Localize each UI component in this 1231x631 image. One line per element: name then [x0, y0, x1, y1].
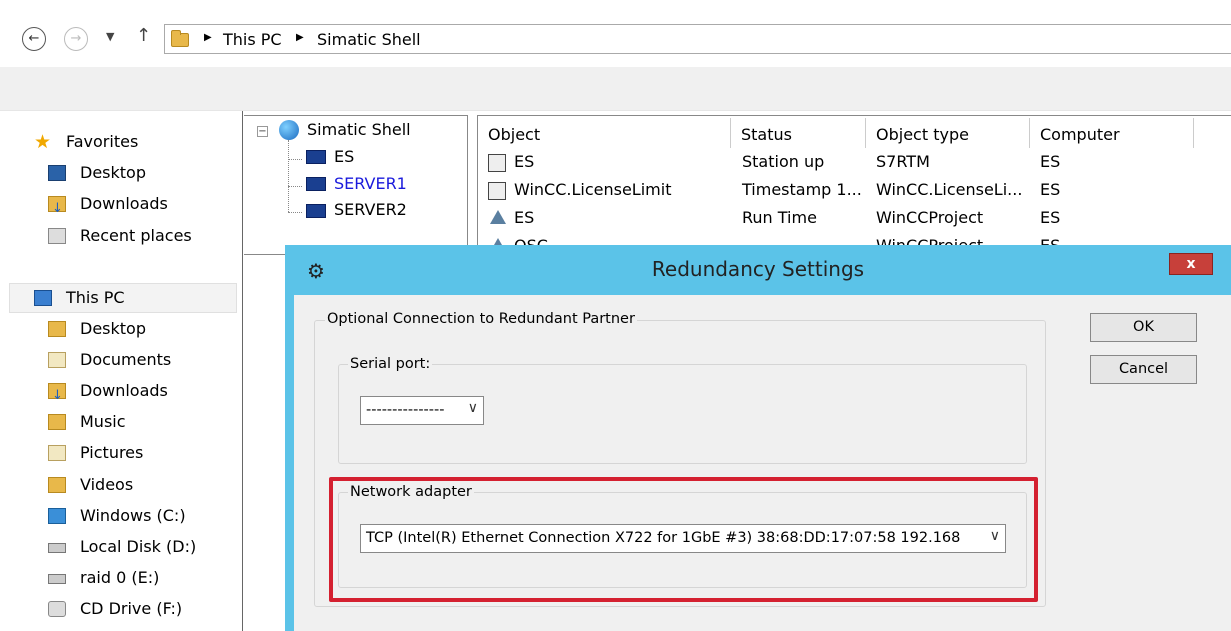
station-icon [488, 154, 506, 172]
cell-computer: ES [1040, 180, 1061, 199]
nav-label: Local Disk (D:) [80, 537, 197, 556]
nav-label: Pictures [80, 443, 144, 462]
computer-icon [306, 177, 326, 191]
cell-object: WinCC.LicenseLimit [514, 180, 672, 199]
nav-label: Windows (C:) [80, 506, 186, 525]
navigation-pane: ★ Favorites Desktop Downloads Recent pla… [0, 111, 243, 631]
nav-label: Music [80, 412, 126, 431]
cell-object: ES [514, 208, 535, 227]
nav-label: Downloads [80, 381, 168, 400]
nav-label: This PC [66, 288, 125, 307]
cell-type: S7RTM [876, 152, 930, 171]
desktop-icon [48, 165, 66, 181]
tree-root-simatic-shell[interactable]: Simatic Shell [307, 120, 411, 139]
list-header: Object Status Object type Computer [478, 118, 1231, 148]
tree-item-es[interactable]: ES [334, 147, 354, 166]
address-bar: ← → ▼ ↑ ▶ This PC ▶ Simatic Shell [0, 22, 1231, 56]
toolbar-band [0, 67, 1231, 111]
nav-label: raid 0 (E:) [80, 568, 160, 587]
pane-divider [242, 111, 243, 631]
nav-label: Documents [80, 350, 172, 369]
breadcrumb-separator-icon: ▶ [296, 32, 304, 43]
nav-label: Videos [80, 475, 134, 494]
close-button[interactable]: x [1169, 253, 1213, 275]
project-icon [488, 208, 506, 226]
cancel-button[interactable]: Cancel [1090, 355, 1197, 384]
tree-line [288, 140, 289, 212]
this-pc-icon [34, 290, 52, 306]
videos-icon [48, 477, 66, 493]
path-box[interactable]: ▶ This PC ▶ Simatic Shell [164, 24, 1231, 54]
column-header-object[interactable]: Object [478, 118, 731, 148]
tree-line [288, 212, 302, 213]
folder-icon [171, 30, 189, 47]
cell-computer: ES [1040, 208, 1061, 227]
drive-icon [48, 574, 66, 584]
object-list: Object Status Object type Computer ES St… [477, 115, 1231, 255]
pictures-icon [48, 445, 66, 461]
downloads-icon [48, 195, 66, 223]
ok-button[interactable]: OK [1090, 313, 1197, 342]
nav-label: CD Drive (F:) [80, 599, 183, 618]
dialog-title: Redundancy Settings [651, 257, 865, 281]
chevron-down-icon: ∨ [467, 400, 478, 416]
nav-label: Recent places [80, 226, 192, 245]
star-icon: ★ [34, 131, 52, 153]
serial-port-select[interactable]: --------------- ∨ [360, 396, 484, 425]
dialog-title-bar[interactable]: ⚙ Redundancy Settings x [285, 245, 1231, 295]
breadcrumb-this-pc[interactable]: This PC [223, 30, 282, 49]
chevron-down-icon[interactable]: ▼ [106, 30, 114, 43]
collapse-icon[interactable]: − [257, 126, 268, 137]
cell-status: Timestamp 1... [742, 180, 862, 199]
cell-type: WinCC.LicenseLi... [876, 180, 1023, 199]
up-arrow-icon[interactable]: ↑ [136, 25, 151, 46]
column-header-status[interactable]: Status [731, 118, 866, 148]
back-arrow-icon[interactable]: ← [22, 27, 46, 51]
cell-type: WinCCProject [876, 208, 984, 227]
computer-icon [306, 150, 326, 164]
downloads-icon [48, 382, 66, 410]
desktop-icon [48, 321, 66, 337]
nav-label: Favorites [66, 132, 139, 151]
nav-label: Downloads [80, 194, 168, 213]
red-highlight-box [329, 477, 1038, 602]
documents-icon [48, 352, 66, 368]
cell-computer: ES [1040, 152, 1061, 171]
tree-item-server2[interactable]: SERVER2 [334, 200, 407, 219]
tree-pane: − Simatic Shell ES SERVER1 SERVER2 [244, 115, 468, 255]
cell-status: Station up [742, 152, 825, 171]
tree-line [288, 159, 302, 160]
windows-drive-icon [48, 508, 66, 524]
license-icon [488, 182, 506, 200]
serial-port-value: --------------- [366, 402, 445, 418]
computer-icon [306, 204, 326, 218]
serial-port-label: Serial port: [348, 356, 433, 372]
nav-label: Desktop [80, 163, 146, 182]
cd-drive-icon [48, 601, 66, 617]
music-icon [48, 414, 66, 430]
optional-connection-label: Optional Connection to Redundant Partner [325, 311, 637, 327]
breadcrumb-simatic-shell[interactable]: Simatic Shell [317, 30, 421, 49]
globe-icon [279, 120, 299, 140]
nav-label: Desktop [80, 319, 146, 338]
tree-line [288, 186, 302, 187]
column-header-computer[interactable]: Computer [1030, 118, 1194, 148]
recent-places-icon [48, 228, 66, 244]
local-disk-icon [48, 543, 66, 553]
cell-object: ES [514, 152, 535, 171]
breadcrumb-separator-icon: ▶ [204, 32, 212, 43]
tree-item-server1[interactable]: SERVER1 [334, 174, 407, 193]
cell-status: Run Time [742, 208, 817, 227]
column-header-object-type[interactable]: Object type [866, 118, 1030, 148]
forward-arrow-icon[interactable]: → [64, 27, 88, 51]
